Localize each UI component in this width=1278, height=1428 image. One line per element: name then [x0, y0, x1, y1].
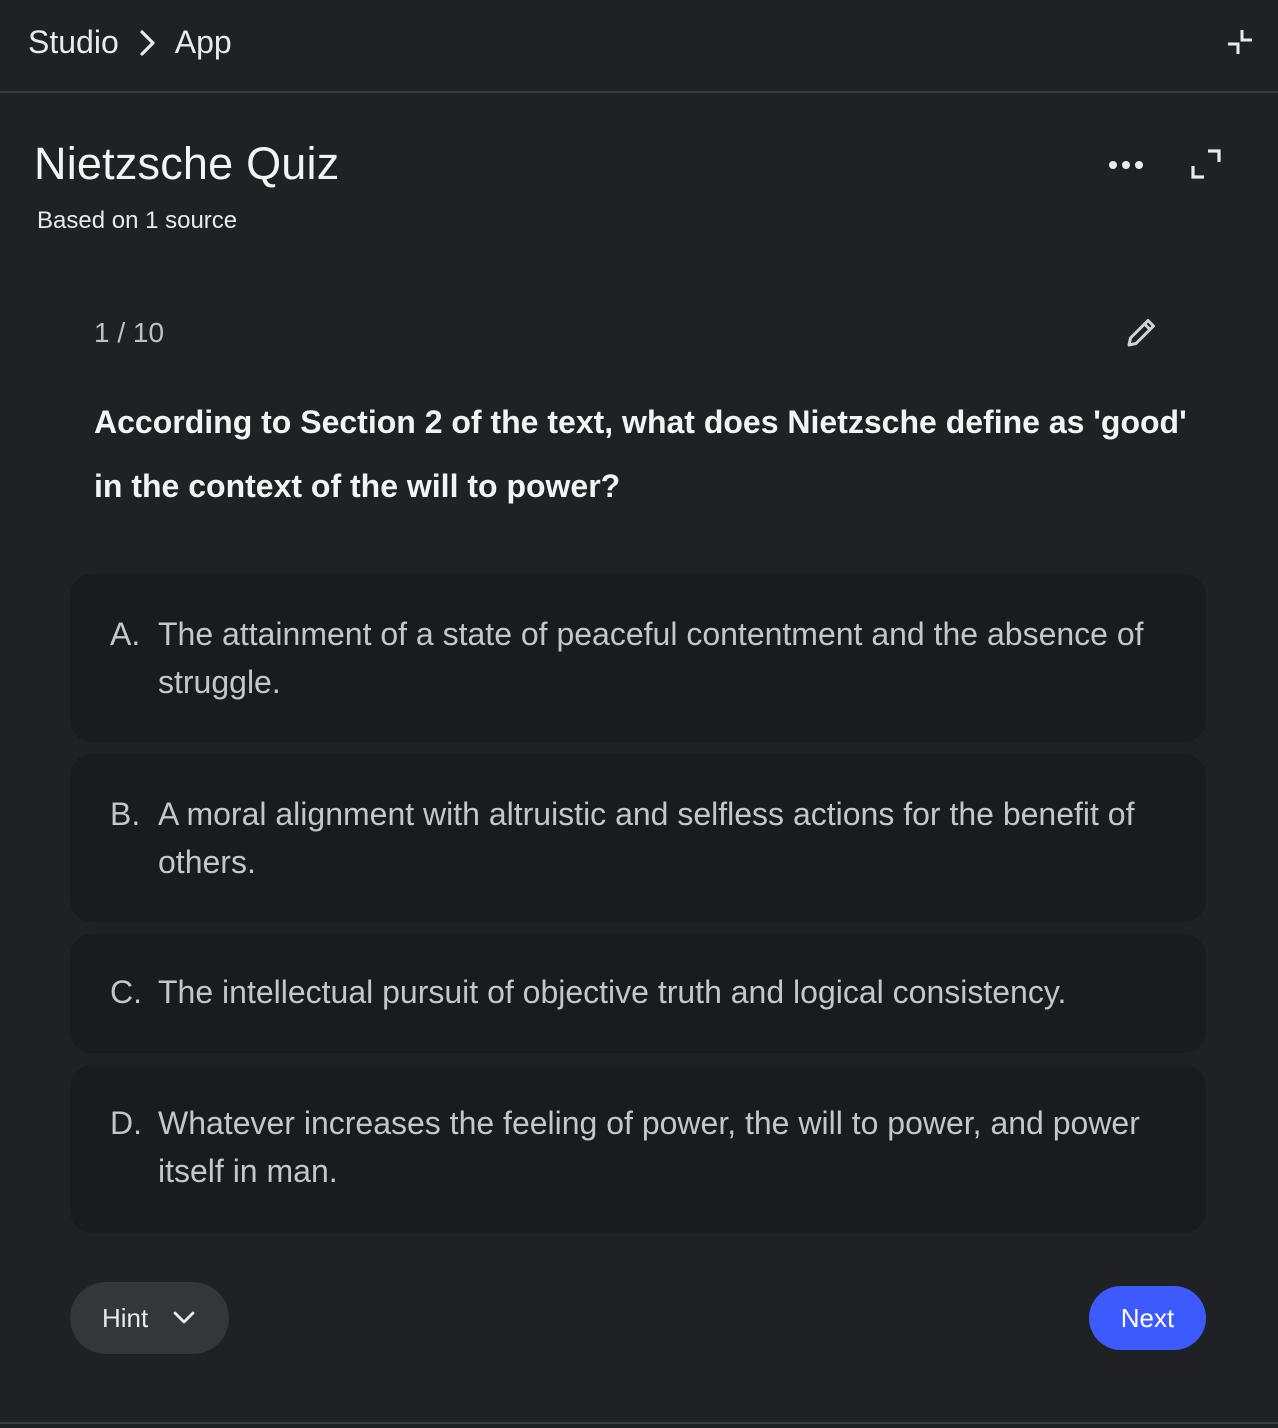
chevron-right-icon [131, 26, 165, 60]
option-text: The attainment of a state of peaceful co… [158, 616, 1144, 700]
expand-icon [1190, 148, 1222, 185]
answer-option-a[interactable]: A. The attainment of a state of peaceful… [70, 574, 1206, 742]
page-title: Nietzsche Quiz [34, 138, 340, 189]
top-bar: Studio App [0, 0, 1278, 93]
option-letter: A. [110, 616, 141, 652]
pencil-icon [1123, 315, 1159, 356]
answer-options: A. The attainment of a state of peaceful… [70, 574, 1206, 1245]
breadcrumb-current: App [174, 24, 232, 60]
answer-option-b[interactable]: B. A moral alignment with altruistic and… [70, 754, 1206, 922]
question-counter: 1 / 10 [94, 317, 165, 348]
expand-button[interactable] [1182, 144, 1230, 188]
breadcrumb: Studio App [28, 24, 232, 61]
chevron-down-icon [172, 1306, 196, 1330]
question-text: According to Section 2 of the text, what… [94, 404, 1187, 504]
bottom-divider [0, 1422, 1278, 1424]
answer-option-c[interactable]: C. The intellectual pursuit of objective… [70, 934, 1206, 1053]
option-letter: D. [110, 1105, 142, 1141]
more-horiz-icon [1108, 157, 1144, 175]
option-letter: C. [110, 974, 142, 1010]
option-letter: B. [110, 796, 141, 832]
collapse-button[interactable] [1222, 26, 1258, 62]
option-text: The intellectual pursuit of objective tr… [158, 974, 1067, 1010]
quiz-panel: Studio App Nietzsche Quiz Based on 1 sou… [0, 0, 1278, 1428]
option-text: Whatever increases the feeling of power,… [158, 1105, 1140, 1189]
breadcrumb-root[interactable]: Studio [28, 24, 119, 61]
source-count: Based on 1 source [37, 207, 238, 234]
answer-option-d[interactable]: D. Whatever increases the feeling of pow… [70, 1065, 1206, 1233]
hint-button[interactable]: Hint [70, 1282, 229, 1354]
collapse-icon [1226, 28, 1254, 61]
hint-label: Hint [102, 1302, 149, 1333]
next-button[interactable]: Next [1089, 1286, 1206, 1350]
more-options-button[interactable] [1102, 144, 1150, 188]
option-text: A moral alignment with altruistic and se… [158, 796, 1135, 880]
edit-button[interactable] [1118, 312, 1164, 358]
